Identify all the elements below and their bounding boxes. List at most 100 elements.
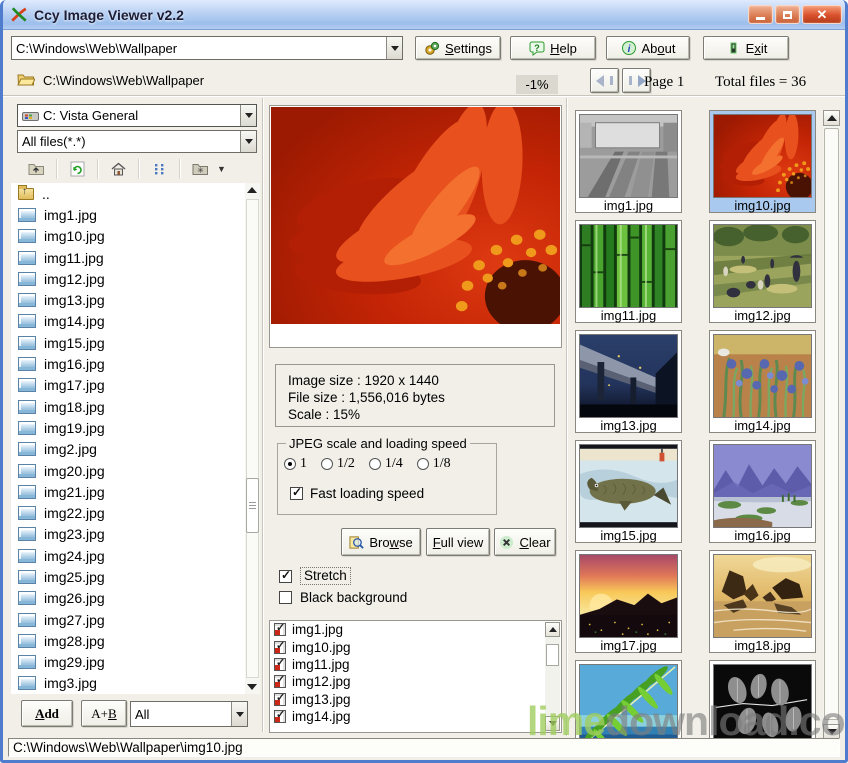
black-background-checkbox-row[interactable]: Black background <box>279 590 407 605</box>
full-view-button[interactable]: Full view <box>426 528 490 556</box>
list-item[interactable]: img16.jpg <box>11 353 245 374</box>
path-combo[interactable]: C:\Windows\Web\Wallpaper <box>11 36 403 60</box>
drive-combo-arrow[interactable] <box>240 105 256 126</box>
about-button[interactable]: i About <box>606 36 690 60</box>
thumbnail-cell[interactable]: img1.jpg <box>575 110 682 213</box>
thumbnail-image[interactable] <box>579 664 678 740</box>
thumbnail-image[interactable] <box>579 224 678 308</box>
file-list[interactable]: ..img1.jpgimg10.jpgimg11.jpgimg12.jpgimg… <box>11 183 245 694</box>
thumbnail-image[interactable] <box>579 554 678 638</box>
path-combo-arrow[interactable] <box>386 37 402 59</box>
thumbnail-cell[interactable]: img18.jpg <box>709 550 816 653</box>
a-plus-b-button[interactable]: A+B <box>81 700 127 727</box>
scale-radio-option[interactable]: 1/4 <box>369 456 403 472</box>
thumbnail-cell[interactable]: img17.jpg <box>575 550 682 653</box>
queue-item[interactable]: img11.jpg <box>270 656 561 673</box>
scroll-up-icon[interactable] <box>823 110 840 126</box>
browse-button[interactable]: Browse <box>341 528 421 556</box>
home-button[interactable] <box>105 158 131 181</box>
scroll-down-icon[interactable] <box>545 716 560 731</box>
prev-page-button[interactable] <box>590 68 619 93</box>
refresh-button[interactable] <box>64 158 90 181</box>
thumbnail-cell[interactable]: img16.jpg <box>709 440 816 543</box>
scroll-down-icon[interactable] <box>247 683 257 691</box>
thumbnail-image[interactable] <box>713 444 812 528</box>
list-item[interactable]: img1.jpg <box>11 204 245 225</box>
queue-item[interactable]: img12.jpg <box>270 673 561 690</box>
scale-radio-option[interactable]: 1/8 <box>417 456 451 472</box>
up-folder-button[interactable] <box>23 158 49 181</box>
queue-item[interactable]: img10.jpg <box>270 638 561 655</box>
list-item[interactable]: img21.jpg <box>11 481 245 502</box>
scroll-track[interactable] <box>246 199 259 678</box>
clear-button[interactable]: Clear <box>494 528 556 556</box>
thumbnail-image[interactable] <box>579 114 678 198</box>
list-item[interactable]: img20.jpg <box>11 460 245 481</box>
list-item[interactable]: img23.jpg <box>11 524 245 545</box>
radio-icon[interactable] <box>284 458 296 470</box>
radio-icon[interactable] <box>321 458 333 470</box>
thumbnail-image[interactable] <box>713 554 812 638</box>
help-button[interactable]: ? Help <box>510 36 596 60</box>
minimize-button[interactable] <box>748 5 773 24</box>
maximize-button[interactable] <box>775 5 800 24</box>
thumbs-scrollbar[interactable] <box>823 110 840 740</box>
list-item[interactable]: img28.jpg <box>11 630 245 651</box>
list-item[interactable]: img2.jpg <box>11 439 245 460</box>
list-item[interactable]: img19.jpg <box>11 417 245 438</box>
thumbnail-cell[interactable]: img10.jpg <box>709 110 816 213</box>
thumbnail-image[interactable] <box>713 224 812 308</box>
drive-combo[interactable]: C: Vista General <box>17 104 257 127</box>
scroll-up-icon[interactable] <box>545 622 560 637</box>
stretch-checkbox[interactable] <box>279 570 292 583</box>
list-item[interactable]: img26.jpg <box>11 588 245 609</box>
exit-button[interactable]: Exit <box>703 36 789 60</box>
fast-loading-checkbox[interactable] <box>290 487 303 500</box>
list-item[interactable]: img29.jpg <box>11 652 245 673</box>
scale-radio-option[interactable]: 1 <box>284 456 307 472</box>
radio-icon[interactable] <box>417 458 429 470</box>
list-item[interactable]: img24.jpg <box>11 545 245 566</box>
favorites-folder-button[interactable]: ✳ <box>187 158 213 181</box>
thumbnail-image[interactable] <box>579 334 678 418</box>
list-item[interactable]: img27.jpg <box>11 609 245 630</box>
filter-combo[interactable]: All files(*.*) <box>17 130 257 153</box>
thumbnail-image[interactable] <box>713 334 812 418</box>
all-combo-arrow[interactable] <box>231 702 247 726</box>
scroll-thumb[interactable] <box>824 128 839 720</box>
thumbnail-cell[interactable] <box>709 660 816 740</box>
file-list-scrollbar[interactable] <box>245 183 260 694</box>
queue-item[interactable]: img1.jpg <box>270 621 561 638</box>
scroll-up-icon[interactable] <box>247 186 257 194</box>
queue-scrollbar[interactable] <box>545 622 560 731</box>
thumbnail-cell[interactable]: img13.jpg <box>575 330 682 433</box>
list-item[interactable]: img17.jpg <box>11 375 245 396</box>
list-item[interactable]: img12.jpg <box>11 268 245 289</box>
thumbnail-cell[interactable]: img14.jpg <box>709 330 816 433</box>
thumbnail-cell[interactable]: img15.jpg <box>575 440 682 543</box>
scroll-thumb[interactable] <box>246 478 259 533</box>
list-item[interactable]: img25.jpg <box>11 566 245 587</box>
close-button[interactable]: ✕ <box>802 5 842 24</box>
scale-radio-option[interactable]: 1/2 <box>321 456 355 472</box>
thumbnail-cell[interactable] <box>575 660 682 740</box>
all-filter-combo[interactable]: All <box>130 701 248 727</box>
selected-files-list[interactable]: img1.jpgimg10.jpgimg11.jpgimg12.jpgimg13… <box>269 620 562 733</box>
thumbnail-image[interactable] <box>713 114 812 198</box>
list-item[interactable]: img15.jpg <box>11 332 245 353</box>
stretch-checkbox-row[interactable]: Stretch <box>279 567 351 585</box>
preview-panel[interactable] <box>269 105 562 348</box>
view-mode-button[interactable] <box>146 158 172 181</box>
radio-icon[interactable] <box>369 458 381 470</box>
list-item[interactable]: img11.jpg <box>11 247 245 268</box>
add-button[interactable]: Add <box>21 700 73 727</box>
list-item[interactable]: img18.jpg <box>11 396 245 417</box>
list-item[interactable]: .. <box>11 183 245 204</box>
list-item[interactable]: img13.jpg <box>11 289 245 310</box>
thumbnail-cell[interactable]: img12.jpg <box>709 220 816 323</box>
queue-item[interactable]: img13.jpg <box>270 691 561 708</box>
chevron-down-icon[interactable]: ▼ <box>217 164 226 174</box>
queue-item[interactable]: img14.jpg <box>270 708 561 725</box>
fast-loading-checkbox-row[interactable]: Fast loading speed <box>290 486 424 501</box>
thumbnail-image[interactable] <box>579 444 678 528</box>
